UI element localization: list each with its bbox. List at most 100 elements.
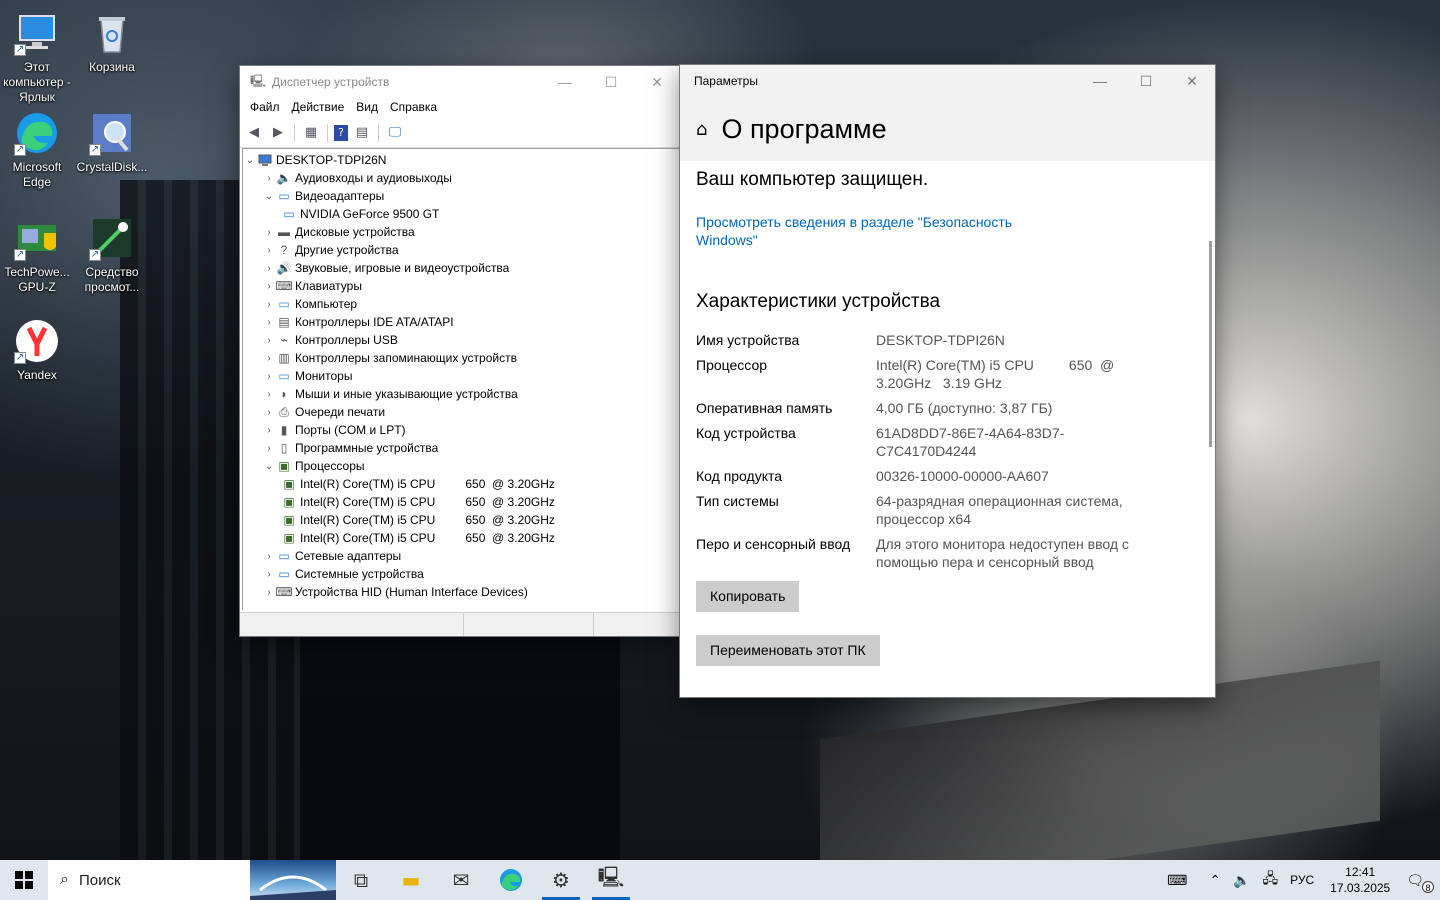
crystaldisk-icon: ↗: [89, 110, 135, 156]
chevron-right-icon[interactable]: ›: [262, 335, 276, 346]
device-category[interactable]: › ▮ Порты (COM и LPT): [243, 421, 680, 439]
chevron-right-icon[interactable]: ›: [262, 371, 276, 382]
maximize-button[interactable]: ☐: [588, 66, 634, 98]
rename-pc-button[interactable]: Переименовать этот ПК: [696, 635, 880, 666]
chevron-right-icon[interactable]: ›: [262, 569, 276, 580]
maximize-button[interactable]: ☐: [1123, 65, 1169, 97]
start-button[interactable]: [0, 860, 48, 900]
chevron-right-icon[interactable]: ›: [262, 425, 276, 436]
spec-row: Тип системы 64-разрядная операционная сис…: [696, 492, 1199, 528]
language-indicator[interactable]: РУС: [1284, 873, 1320, 887]
tree-root[interactable]: ⌄ DESKTOP-TDPI26N: [243, 151, 680, 169]
device-category[interactable]: ⌄ ▭ Видеоадаптеры: [243, 187, 680, 205]
device-category[interactable]: › ▯ Программные устройства: [243, 439, 680, 457]
desktop-icon-yandex[interactable]: ↗ Yandex: [0, 318, 74, 383]
chevron-right-icon[interactable]: ›: [262, 263, 276, 274]
desktop-icon-recycle-bin[interactable]: Корзина: [75, 10, 149, 75]
device-category[interactable]: › 🔈 Аудиовходы и аудиовыходы: [243, 169, 680, 187]
chevron-right-icon[interactable]: ›: [262, 587, 276, 598]
hid-icon: ⌨: [275, 585, 293, 599]
menu-file[interactable]: Файл: [244, 98, 286, 118]
forward-arrow-icon[interactable]: ▶: [268, 123, 288, 143]
chevron-right-icon[interactable]: ›: [262, 551, 276, 562]
chevron-down-icon[interactable]: ⌄: [243, 155, 257, 166]
device-category[interactable]: › ◗ Мыши и иные указывающие устройства: [243, 385, 680, 403]
desktop-icon-this-pc[interactable]: ↗ Этот компьютер - Ярлык: [0, 10, 74, 105]
device-category[interactable]: › ⎙ Очереди печати: [243, 403, 680, 421]
device-category[interactable]: ›? Другие устройства: [243, 241, 680, 259]
chevron-right-icon[interactable]: ›: [262, 227, 276, 238]
search-highlight-image[interactable]: [250, 860, 336, 900]
device-item[interactable]: ▣ Intel(R) Core(TM) i5 CPU 650 @ 3.20GHz: [243, 511, 680, 529]
status-pane-3: [594, 613, 680, 636]
back-arrow-icon[interactable]: ◀: [244, 123, 264, 143]
view-icon[interactable]: ▤: [352, 123, 372, 143]
device-category[interactable]: › ▭ Компьютер: [243, 295, 680, 313]
cpu-icon: ▣: [283, 477, 295, 491]
device-category[interactable]: › ▭ Мониторы: [243, 367, 680, 385]
chevron-right-icon[interactable]: ›: [262, 407, 276, 418]
copy-button[interactable]: Копировать: [696, 581, 800, 612]
home-icon[interactable]: ⌂: [696, 119, 707, 140]
properties-icon[interactable]: ▦: [301, 123, 321, 143]
settings-titlebar[interactable]: Параметры — ☐ ✕: [680, 65, 1215, 97]
device-item[interactable]: ▣ Intel(R) Core(TM) i5 CPU 650 @ 3.20GHz: [243, 475, 680, 493]
network-icon[interactable]: 🖧: [1257, 868, 1285, 892]
menu-action[interactable]: Действие: [286, 98, 351, 118]
chevron-down-icon[interactable]: ⌄: [262, 461, 276, 472]
desktop-icon-edge[interactable]: ↗ Microsoft Edge: [0, 110, 74, 190]
chevron-right-icon[interactable]: ›: [262, 173, 276, 184]
port-icon: ▮: [280, 423, 288, 437]
device-item[interactable]: ▭ NVIDIA GeForce 9500 GT: [243, 205, 680, 223]
close-button[interactable]: ✕: [634, 66, 680, 98]
chevron-right-icon[interactable]: ›: [262, 299, 276, 310]
device-category[interactable]: › ▭ Системные устройства: [243, 565, 680, 583]
device-category[interactable]: › ▤ Контроллеры IDE ATA/ATAPI: [243, 313, 680, 331]
device-item[interactable]: ▣ Intel(R) Core(TM) i5 CPU 650 @ 3.20GHz: [243, 529, 680, 547]
volume-icon[interactable]: 🔈: [1227, 872, 1256, 889]
notifications-icon[interactable]: 🗨 8: [1400, 872, 1440, 893]
device-category[interactable]: › ▥ Контроллеры запоминающих устройств: [243, 349, 680, 367]
device-category[interactable]: › ⌨ Устройства HID (Human Interface Device…: [243, 583, 680, 601]
device-item[interactable]: ▣ Intel(R) Core(TM) i5 CPU 650 @ 3.20GHz: [243, 493, 680, 511]
device-manager-titlebar[interactable]: 🖳 Диспетчер устройств — ☐ ✕: [240, 66, 680, 98]
search-box[interactable]: ⌕ Поиск: [48, 860, 250, 900]
edge-taskbar-icon[interactable]: [486, 860, 536, 900]
device-category[interactable]: › ⌁ Контроллеры USB: [243, 331, 680, 349]
scrollbar[interactable]: [1209, 241, 1212, 447]
help-icon[interactable]: ?: [334, 124, 348, 141]
chevron-right-icon[interactable]: ›: [262, 281, 276, 292]
device-category[interactable]: › ⌨ Клавиатуры: [243, 277, 680, 295]
chevron-right-icon[interactable]: ›: [262, 245, 276, 256]
toolbar-separator: [327, 123, 328, 142]
desktop-icon-viewer-tool[interactable]: ↗ Средство просмот...: [75, 215, 149, 295]
scan-hardware-icon[interactable]: 🖵: [385, 123, 405, 143]
chevron-down-icon[interactable]: ⌄: [262, 191, 276, 202]
desktop-icon-gpu-z[interactable]: ↗ TechPowe... GPU-Z: [0, 215, 74, 295]
device-category[interactable]: › ▬ Дисковые устройства: [243, 223, 680, 241]
device-manager-taskbar-icon[interactable]: 🖳: [586, 860, 636, 900]
chevron-right-icon[interactable]: ›: [262, 353, 276, 364]
clock[interactable]: 12:41 17.03.2025: [1320, 864, 1400, 896]
chevron-right-icon[interactable]: ›: [262, 389, 276, 400]
security-link[interactable]: Просмотреть сведения в разделе "Безопасн…: [696, 213, 1026, 249]
desktop-icon-crystaldisk[interactable]: ↗ CrystalDisk...: [75, 110, 149, 175]
chevron-right-icon[interactable]: ›: [262, 317, 276, 328]
menu-view[interactable]: Вид: [350, 98, 384, 118]
device-category[interactable]: › ▭ Сетевые адаптеры: [243, 547, 680, 565]
chevron-up-icon[interactable]: ⌃: [1203, 872, 1227, 889]
minimize-button[interactable]: —: [542, 66, 588, 98]
minimize-button[interactable]: —: [1077, 65, 1123, 97]
toolbar-separator: [294, 123, 295, 142]
settings-taskbar-icon[interactable]: ⚙: [536, 860, 586, 900]
device-category[interactable]: ⌄ ▣ Процессоры: [243, 457, 680, 475]
file-explorer-icon[interactable]: ▬: [386, 860, 436, 900]
chevron-right-icon[interactable]: ›: [262, 443, 276, 454]
close-button[interactable]: ✕: [1169, 65, 1215, 97]
menu-help[interactable]: Справка: [384, 98, 443, 118]
device-category[interactable]: › 🔊 Звуковые, игровые и видеоустройства: [243, 259, 680, 277]
device-label: Intel(R) Core(TM) i5 CPU 650 @ 3.20GHz: [300, 531, 555, 545]
mail-icon[interactable]: ✉: [436, 860, 486, 900]
task-view-icon[interactable]: ⧉: [336, 860, 386, 900]
keyboard-icon[interactable]: ⌨: [1161, 872, 1193, 889]
